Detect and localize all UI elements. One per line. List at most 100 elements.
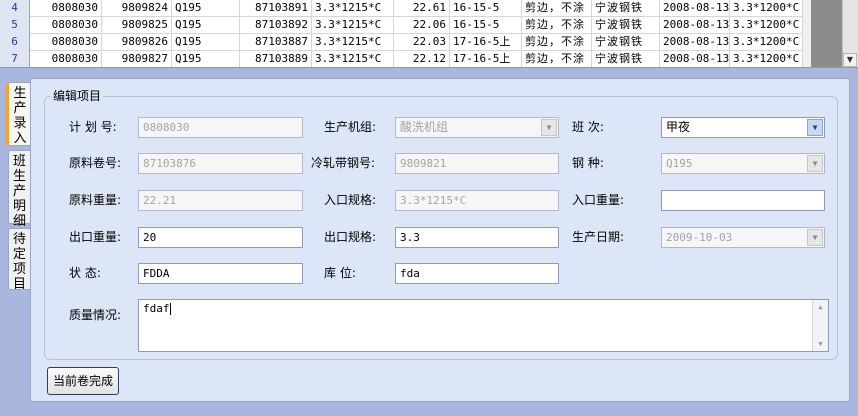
out-spec-field[interactable]: 3.3 [395, 227, 559, 248]
tab-production-entry-label: 生产录入 [13, 86, 27, 146]
out-weight-field[interactable]: 20 [138, 227, 303, 248]
in-spec-label: 入口规格: [324, 193, 377, 207]
in-spec-field[interactable]: 3.3*1215*C [395, 190, 559, 211]
unit-select[interactable]: 酸洗机组 ▼ [395, 117, 559, 138]
prod-date-value: 2009-10-03 [666, 231, 733, 244]
coil-data-grid: 4 0808030 9809824 Q195 87103891 3.3*1215… [0, 0, 858, 68]
shift-label: 班 次: [572, 120, 604, 134]
shift-select[interactable]: 甲夜 ▼ [661, 117, 825, 138]
cell-position: 17-16-5上 [450, 33, 522, 51]
chevron-down-icon[interactable]: ▼ [541, 119, 557, 136]
cell-plan-no: 0808030 [30, 50, 102, 67]
cell-supplier: 宁波钢铁 [592, 50, 660, 67]
group-title: 编辑项目 [51, 88, 104, 104]
cell-plan-no: 0808030 [30, 33, 102, 51]
cell-plan-no: 0808030 [30, 16, 102, 34]
quality-scrollbar[interactable]: ▲ ▼ [812, 300, 828, 351]
cell-coil-no: 87103889 [240, 50, 312, 67]
cell-coil-no: 87103887 [240, 33, 312, 51]
table-row[interactable]: 5 0808030 9809825 Q195 87103892 3.3*1215… [0, 16, 803, 34]
unit-label: 生产机组: [324, 120, 377, 134]
cell-supplier: 宁波钢铁 [592, 0, 660, 17]
plan-no-label: 计 划 号: [69, 120, 117, 134]
grade-label: 钢 种: [572, 156, 604, 170]
cell-weight: 22.61 [394, 0, 450, 17]
unit-value: 酸洗机组 [400, 120, 449, 134]
shift-value: 甲夜 [666, 120, 691, 134]
cell-position: 16-15-5 [450, 16, 522, 34]
row-number: 5 [0, 16, 30, 34]
cell-in-spec: 3.3*1215*C [312, 50, 394, 67]
tab-shift-detail[interactable]: 班生产明细 [8, 150, 30, 229]
cell-in-spec: 3.3*1215*C [312, 0, 394, 17]
cell-position: 17-16-5上 [450, 50, 522, 67]
complete-coil-button[interactable]: 当前卷完成 [47, 367, 119, 395]
cell-supplier: 宁波钢铁 [592, 16, 660, 34]
status-label: 状 态: [69, 266, 101, 280]
prod-date-label: 生产日期: [572, 230, 625, 244]
row-number: 6 [0, 33, 30, 51]
cell-out-spec: 3.3*1200*C [730, 16, 803, 34]
coil-no-field[interactable]: 87103876 [138, 153, 303, 174]
cell-in-spec: 3.3*1215*C [312, 16, 394, 34]
tab-shift-detail-label: 班生产明细 [12, 154, 26, 229]
chevron-down-icon[interactable]: ▼ [807, 155, 823, 172]
cell-out-spec: 3.3*1200*C [730, 33, 803, 51]
table-row[interactable]: 4 0808030 9809824 Q195 87103891 3.3*1215… [0, 0, 803, 17]
grid-scrollbar[interactable]: ▼ [803, 0, 858, 67]
scroll-down-icon[interactable]: ▼ [843, 53, 857, 67]
tab-production-entry[interactable]: 生产录入 [6, 82, 31, 146]
cell-grade: Q195 [172, 50, 240, 67]
cell-plan-no: 0808030 [30, 0, 102, 17]
location-field[interactable]: fda [395, 263, 559, 284]
cell-steel-no: 9809825 [102, 16, 172, 34]
tab-pending-items-label: 待定项目 [12, 232, 26, 292]
raw-weight-field[interactable]: 22.21 [138, 190, 303, 211]
cell-steel-no: 9809824 [102, 0, 172, 17]
grade-value: Q195 [666, 157, 693, 170]
cell-weight: 22.06 [394, 16, 450, 34]
cell-date: 2008-08-13 [660, 16, 730, 34]
cell-process: 剪边，不涂 [522, 16, 592, 34]
row-number: 4 [0, 0, 30, 17]
coil-no-label: 原料卷号: [69, 156, 122, 170]
tab-pending-items[interactable]: 待定项目 [8, 228, 30, 292]
cold-steel-no-label: 冷轧带钢号: [311, 156, 376, 170]
cell-date: 2008-08-13 [660, 33, 730, 51]
in-weight-label: 入口重量: [572, 193, 625, 207]
location-label: 库 位: [324, 266, 356, 280]
cell-in-spec: 3.3*1215*C [312, 33, 394, 51]
cell-process: 剪边，不涂 [522, 50, 592, 67]
cold-steel-no-field[interactable]: 9809821 [395, 153, 559, 174]
scroll-down-icon[interactable]: ▼ [813, 337, 828, 351]
cell-grade: Q195 [172, 33, 240, 51]
cell-weight: 22.12 [394, 50, 450, 67]
cell-process: 剪边，不涂 [522, 33, 592, 51]
out-spec-label: 出口规格: [324, 230, 377, 244]
cell-steel-no: 9809827 [102, 50, 172, 67]
cell-weight: 22.03 [394, 33, 450, 51]
cell-out-spec: 3.3*1200*C [730, 50, 803, 67]
cell-steel-no: 9809826 [102, 33, 172, 51]
quality-label: 质量情况: [69, 308, 122, 322]
cell-coil-no: 87103892 [240, 16, 312, 34]
in-weight-field[interactable] [661, 190, 825, 211]
quality-textarea[interactable]: fdaf ▲ ▼ [138, 299, 829, 352]
table-row[interactable]: 6 0808030 9809826 Q195 87103887 3.3*1215… [0, 33, 803, 51]
grade-select[interactable]: Q195 ▼ [661, 153, 825, 174]
cell-grade: Q195 [172, 16, 240, 34]
row-number: 7 [0, 50, 30, 67]
scroll-up-icon[interactable]: ▲ [813, 300, 828, 314]
quality-text: fdaf [143, 302, 170, 315]
chevron-down-icon[interactable]: ▼ [807, 119, 823, 136]
chevron-down-icon[interactable]: ▼ [807, 229, 823, 246]
cell-coil-no: 87103891 [240, 0, 312, 17]
prod-date-picker[interactable]: 2009-10-03 ▼ [661, 227, 825, 248]
status-field[interactable]: FDDA [138, 263, 303, 284]
cell-out-spec: 3.3*1200*C [730, 0, 803, 17]
plan-no-field[interactable]: 0808030 [138, 117, 303, 138]
cell-process: 剪边，不涂 [522, 0, 592, 17]
table-row[interactable]: 7 0808030 9809827 Q195 87103889 3.3*1215… [0, 50, 803, 67]
text-caret [169, 303, 171, 315]
grid-scroll-gutter [803, 0, 811, 67]
